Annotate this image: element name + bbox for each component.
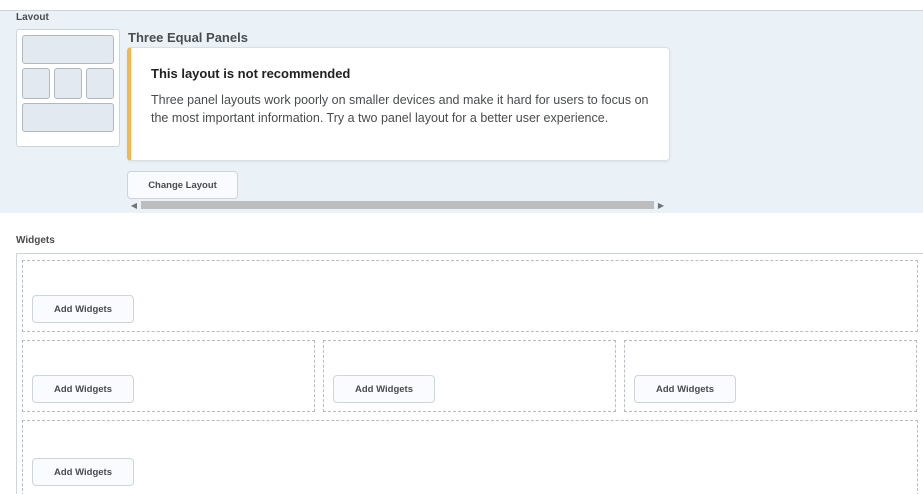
scroll-left-arrow-icon[interactable]: ◀	[127, 199, 141, 211]
alert-title: This layout is not recommended	[151, 66, 351, 81]
thumbnail-middle-panel	[54, 68, 82, 99]
add-widgets-button[interactable]: Add Widgets	[32, 375, 134, 403]
add-widgets-button[interactable]: Add Widgets	[32, 458, 134, 486]
thumbnail-bottom-panel	[22, 103, 114, 132]
widget-panel-right: Add Widgets	[624, 340, 917, 412]
scroll-right-arrow-icon[interactable]: ▶	[654, 199, 668, 211]
widgets-container: Add Widgets Add Widgets Add Widgets Add …	[16, 253, 923, 494]
widget-panel-top: Add Widgets	[22, 260, 918, 332]
widget-panel-bottom: Add Widgets	[22, 420, 918, 494]
warning-alert: This layout is not recommended Three pan…	[127, 47, 670, 161]
change-layout-button[interactable]: Change Layout	[127, 171, 238, 199]
scrollbar-thumb[interactable]	[141, 201, 654, 209]
layout-section-label: Layout	[16, 13, 49, 20]
add-widgets-button[interactable]: Add Widgets	[634, 375, 736, 403]
thumbnail-top-panel	[22, 35, 114, 64]
add-widgets-button[interactable]: Add Widgets	[32, 295, 134, 323]
thumbnail-left-panel	[22, 68, 50, 99]
layout-thumbnail[interactable]	[16, 29, 120, 147]
layout-section: Layout Three Equal Panels This layout is…	[0, 10, 923, 213]
widget-panel-middle: Add Widgets	[323, 340, 616, 412]
add-widgets-button[interactable]: Add Widgets	[333, 375, 435, 403]
thumbnail-right-panel	[86, 68, 114, 99]
layout-title: Three Equal Panels	[128, 30, 248, 45]
horizontal-scrollbar[interactable]: ◀ ▶	[127, 199, 668, 211]
alert-body: Three panel layouts work poorly on small…	[151, 93, 649, 125]
widgets-section-label: Widgets	[16, 235, 55, 246]
widget-panel-left: Add Widgets	[22, 340, 315, 412]
